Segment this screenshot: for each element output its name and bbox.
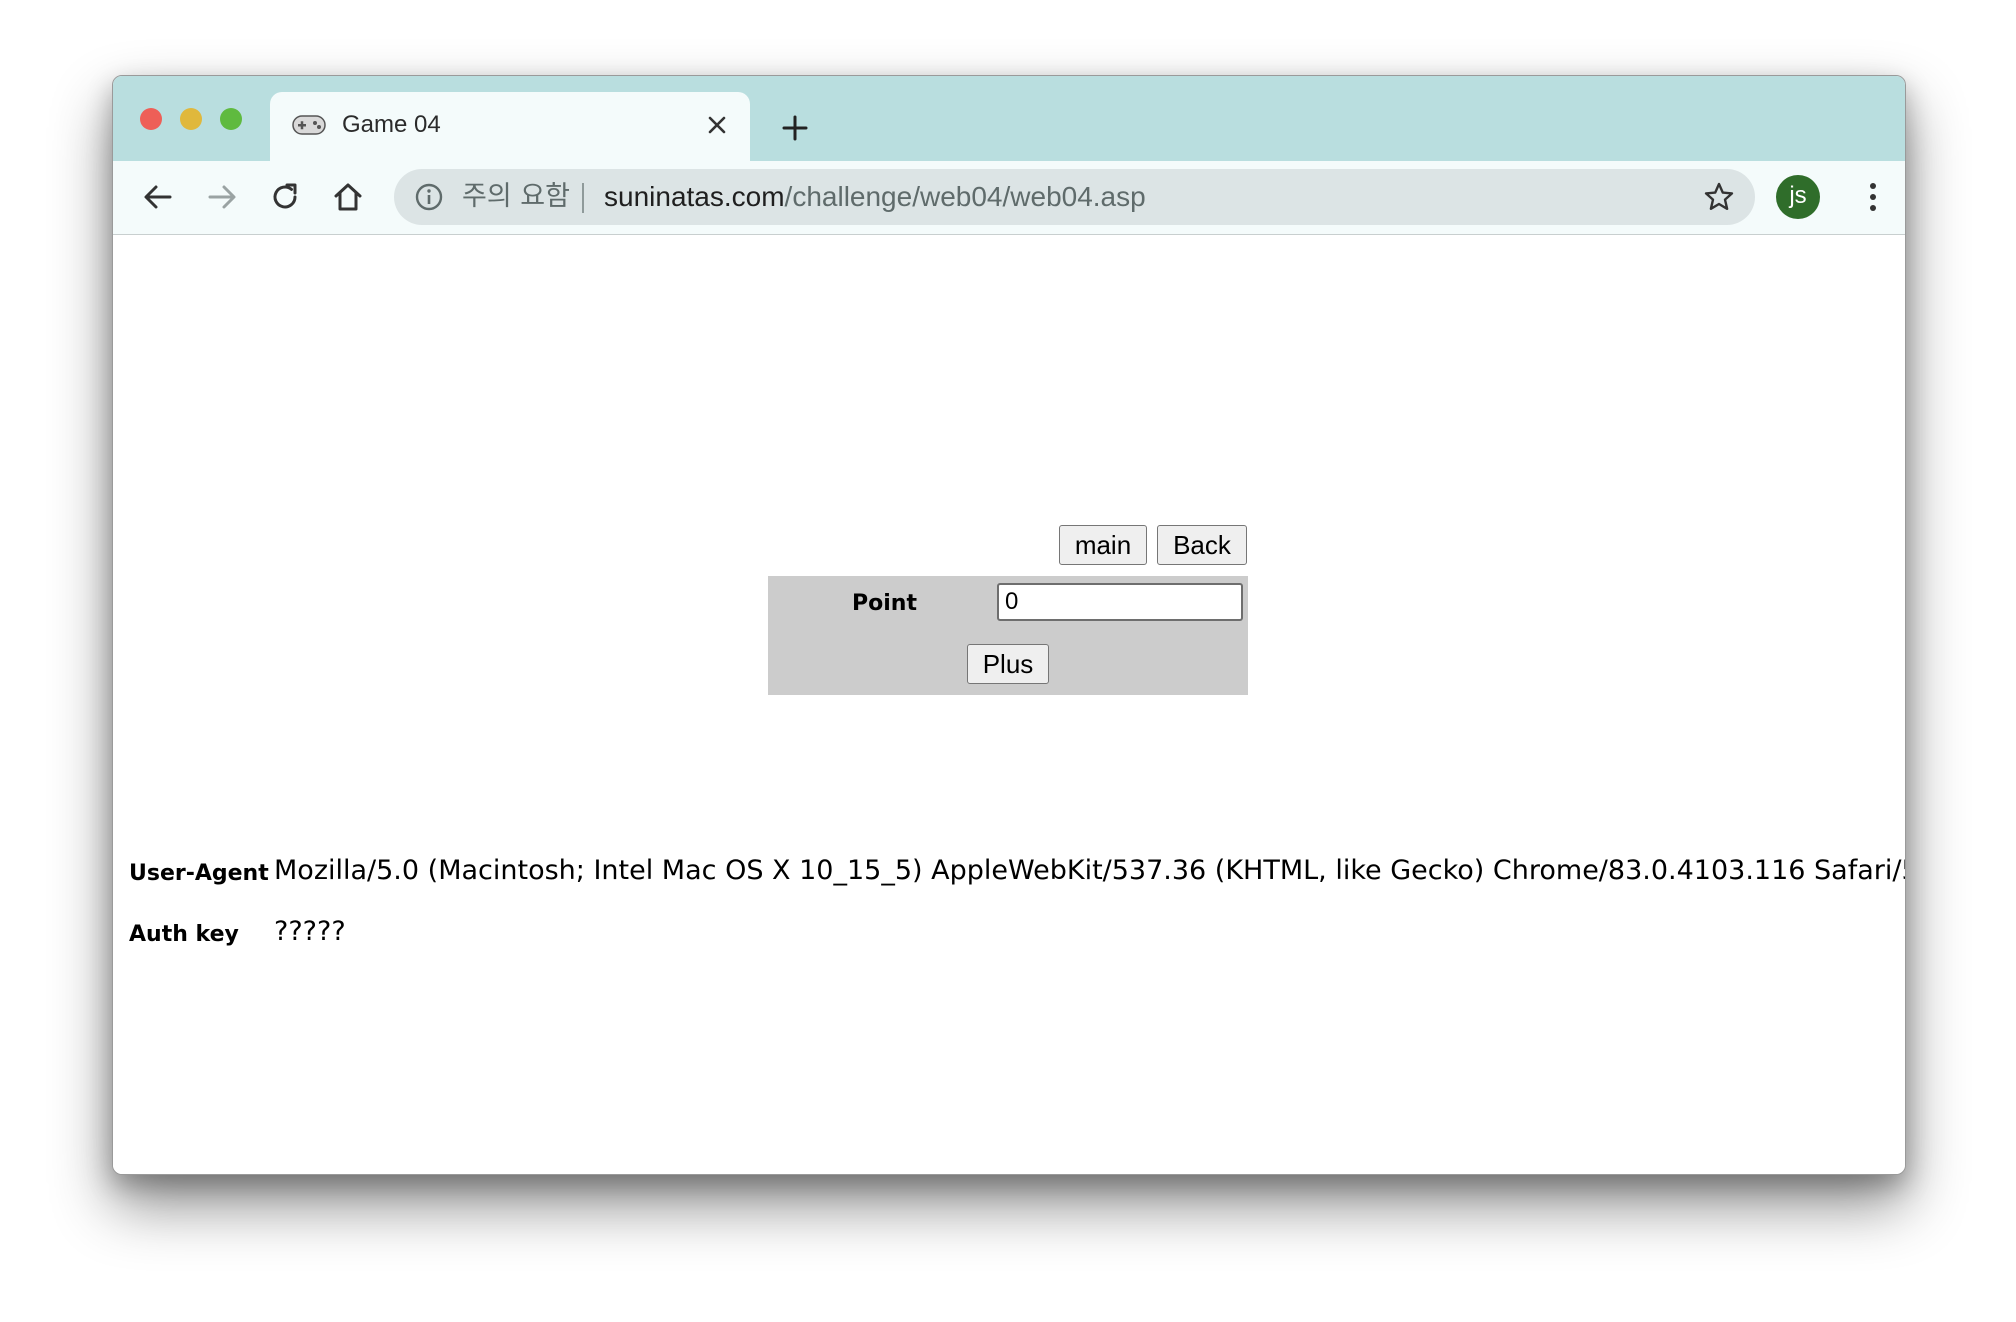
point-label: Point: [852, 591, 917, 616]
page-content: main Back Point Plus User-Agent Mozilla/…: [113, 235, 1905, 1174]
user-agent-value: Mozilla/5.0 (Macintosh; Intel Mac OS X 1…: [274, 855, 1905, 886]
url-text[interactable]: suninatas.com/challenge/web04/web04.asp: [604, 180, 1146, 214]
main-button[interactable]: main: [1059, 525, 1147, 565]
tab-strip: Game 04: [113, 76, 1905, 161]
reload-icon[interactable]: [265, 177, 305, 217]
home-icon[interactable]: [328, 177, 368, 217]
point-input[interactable]: [997, 583, 1243, 621]
back-arrow-icon[interactable]: [138, 177, 178, 217]
point-panel: Point Plus: [768, 576, 1248, 695]
profile-avatar[interactable]: js: [1776, 175, 1820, 219]
gamepad-icon: [292, 114, 326, 136]
tab-game-04[interactable]: Game 04: [270, 92, 750, 161]
close-window-button[interactable]: [140, 108, 162, 130]
user-agent-label: User-Agent: [129, 861, 269, 886]
auth-key-label: Auth key: [129, 922, 239, 947]
address-bar[interactable]: 주의 요함 suninatas.com/challenge/web04/web0…: [394, 169, 1755, 225]
address-separator: [582, 183, 584, 213]
url-path: /challenge/web04/web04.asp: [784, 181, 1146, 212]
new-tab-plus-icon[interactable]: [777, 110, 813, 146]
tab-close-icon[interactable]: [702, 110, 732, 140]
more-menu-icon[interactable]: [1855, 177, 1891, 217]
back-button[interactable]: Back: [1157, 525, 1247, 565]
browser-toolbar: 주의 요함 suninatas.com/challenge/web04/web0…: [113, 161, 1905, 235]
forward-arrow-icon[interactable]: [202, 177, 242, 217]
tab-title: Game 04: [342, 111, 441, 138]
minimize-window-button[interactable]: [180, 108, 202, 130]
browser-window: Game 04 주의 요함 suninatas.com/challenge/we…: [112, 75, 1906, 1175]
plus-button[interactable]: Plus: [967, 644, 1049, 684]
security-status-label[interactable]: 주의 요함: [462, 181, 570, 213]
bookmark-star-icon[interactable]: [1703, 181, 1735, 213]
info-icon[interactable]: [414, 182, 444, 212]
maximize-window-button[interactable]: [220, 108, 242, 130]
auth-key-value: ?????: [274, 916, 346, 947]
user-agent-row: User-Agent Mozilla/5.0 (Macintosh; Intel…: [129, 855, 1905, 899]
url-host: suninatas.com: [604, 181, 785, 212]
